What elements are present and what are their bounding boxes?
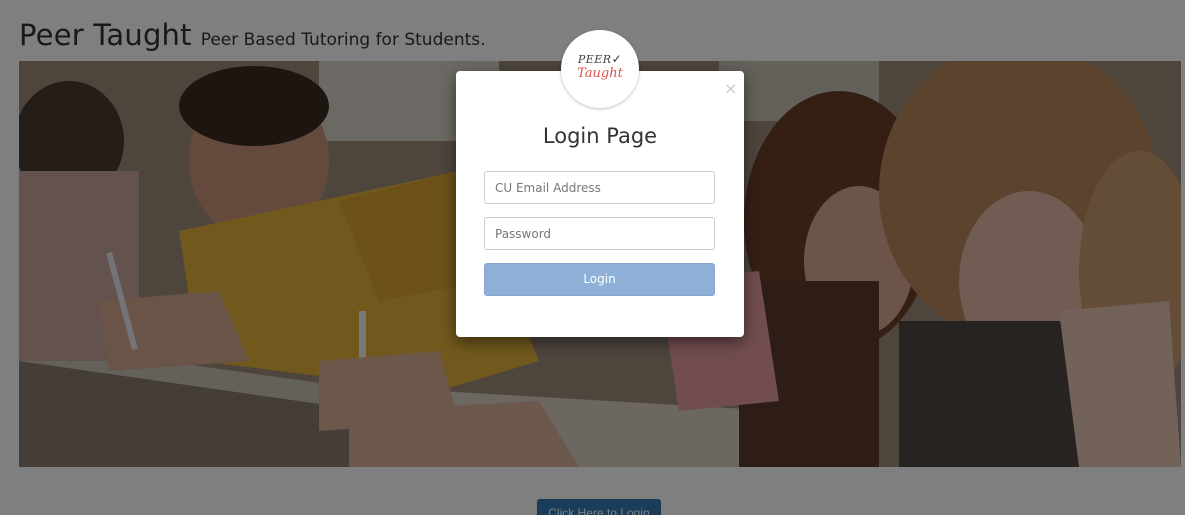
peer-taught-logo: PEER✓ Taught [561, 30, 639, 108]
logo-peer-text: PEER [577, 53, 612, 66]
email-field[interactable] [484, 171, 715, 204]
logo-taught-text: Taught [577, 66, 623, 81]
login-modal: × Login Page Login [456, 71, 744, 337]
logo-line1: PEER✓ [561, 52, 639, 66]
check-icon: ✓ [611, 52, 623, 66]
login-button[interactable]: Login [484, 263, 715, 296]
password-field[interactable] [484, 217, 715, 250]
page: Peer Taught Peer Based Tutoring for Stud… [0, 0, 1185, 515]
modal-title: Login Page [542, 124, 658, 148]
close-icon[interactable]: × [724, 81, 737, 97]
